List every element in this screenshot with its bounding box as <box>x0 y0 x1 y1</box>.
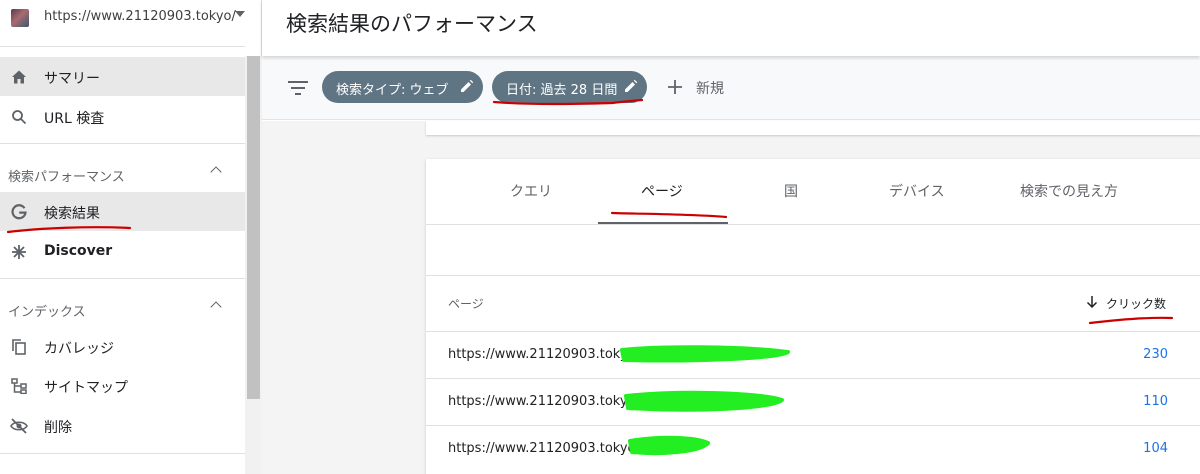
sidebar-item-coverage[interactable]: カバレッジ <box>0 327 245 366</box>
chevron-up-icon <box>210 301 222 313</box>
plus-icon <box>668 80 682 94</box>
table-row[interactable]: https://www.21120903.toky 110 <box>426 378 1200 424</box>
edit-pencil-icon <box>461 79 474 92</box>
filter-bar: 検索タイプ: ウェブ 日付: 過去 28 日間 新規 <box>262 58 1200 120</box>
sidebar-divider <box>0 143 245 144</box>
tab-queries[interactable]: クエリ <box>510 181 552 201</box>
site-favicon-icon <box>11 9 29 27</box>
dimensions-table-card: クエリ ページ 国 デバイス 検索での見え方 ページ クリック数 https:/… <box>426 159 1200 474</box>
search-icon <box>10 108 28 126</box>
sidebar-item-label: 削除 <box>44 420 72 436</box>
filter-chip-search-type[interactable]: 検索タイプ: ウェブ <box>322 71 483 103</box>
tab-search-appearance[interactable]: 検索での見え方 <box>1020 181 1118 201</box>
add-filter-label: 新規 <box>696 81 724 97</box>
page-url[interactable]: https://www.21120903.toky <box>448 347 628 362</box>
sidebar-item-url-inspection[interactable]: URL 検査 <box>0 97 245 136</box>
sidebar-item-sitemaps[interactable]: サイトマップ <box>0 366 245 405</box>
page-title: 検索結果のパフォーマンス <box>286 12 538 36</box>
copy-icon <box>10 338 28 356</box>
tabs-divider <box>426 224 1200 225</box>
sidebar-divider <box>0 46 245 47</box>
section-label: インデックス <box>8 305 86 320</box>
clicks-value: 110 <box>1143 394 1168 409</box>
sidebar-item-label: サマリー <box>44 71 100 87</box>
sidebar-scrollbar-thumb[interactable] <box>247 56 260 399</box>
eye-off-icon <box>10 417 28 435</box>
column-header-clicks[interactable]: クリック数 <box>1086 293 1186 311</box>
property-url: https://www.21120903.tokyo/ <box>44 9 236 24</box>
chip-label: 検索タイプ: ウェブ <box>336 83 449 98</box>
column-header-label: クリック数 <box>1106 297 1167 311</box>
filter-icon[interactable] <box>288 81 308 95</box>
toolbar-divider <box>426 275 1200 276</box>
table-row[interactable]: https://www.21120903.tokyo 104 <box>426 425 1200 471</box>
sidebar-item-label: カバレッジ <box>44 341 114 357</box>
clicks-value: 230 <box>1143 347 1168 362</box>
sidebar-divider <box>0 453 245 454</box>
sidebar-item-discover[interactable]: Discover <box>0 232 245 271</box>
clicks-value: 104 <box>1143 441 1168 456</box>
sitemap-icon <box>10 377 28 395</box>
dropdown-caret-icon[interactable] <box>235 11 245 17</box>
google-g-icon <box>10 203 28 221</box>
chip-label: 日付: 過去 28 日間 <box>506 83 618 98</box>
sidebar-item-label: 検索結果 <box>44 206 100 222</box>
filter-chip-date[interactable]: 日付: 過去 28 日間 <box>492 71 647 103</box>
home-icon <box>10 68 28 86</box>
page-url[interactable]: https://www.21120903.toky <box>448 394 628 409</box>
asterisk-icon <box>10 243 28 261</box>
sidebar-item-label: サイトマップ <box>44 380 128 396</box>
edit-pencil-icon <box>625 79 638 92</box>
sidebar-item-summary[interactable]: サマリー <box>0 57 245 96</box>
table-row[interactable]: https://www.21120903.toky 230 <box>426 331 1200 377</box>
tab-countries[interactable]: 国 <box>784 181 798 201</box>
page-url[interactable]: https://www.21120903.tokyo <box>448 441 636 456</box>
section-header-index[interactable]: インデックス <box>0 290 245 326</box>
sidebar-divider <box>0 278 245 279</box>
sidebar-item-removals[interactable]: 削除 <box>0 406 245 445</box>
chevron-up-icon <box>210 166 222 178</box>
sidebar-item-label: URL 検査 <box>44 111 105 127</box>
main-content: クエリ ページ 国 デバイス 検索での見え方 ページ クリック数 https:/… <box>262 121 1200 474</box>
page-header: 検索結果のパフォーマンス <box>262 0 1200 56</box>
tab-devices[interactable]: デバイス <box>889 181 945 201</box>
section-label: 検索パフォーマンス <box>8 170 125 185</box>
tab-pages[interactable]: ページ <box>641 181 683 201</box>
section-header-performance[interactable]: 検索パフォーマンス <box>0 155 245 191</box>
sidebar-item-label: Discover <box>44 243 113 259</box>
sidebar-item-search-results[interactable]: 検索結果 <box>0 192 245 231</box>
column-header-page[interactable]: ページ <box>448 295 484 312</box>
property-selector[interactable]: https://www.21120903.tokyo/ <box>0 0 262 38</box>
chart-card-bottom-edge <box>426 121 1200 135</box>
sidebar: https://www.21120903.tokyo/ サマリー URL 検査 … <box>0 0 262 474</box>
sort-descending-arrow-icon <box>1086 296 1098 309</box>
